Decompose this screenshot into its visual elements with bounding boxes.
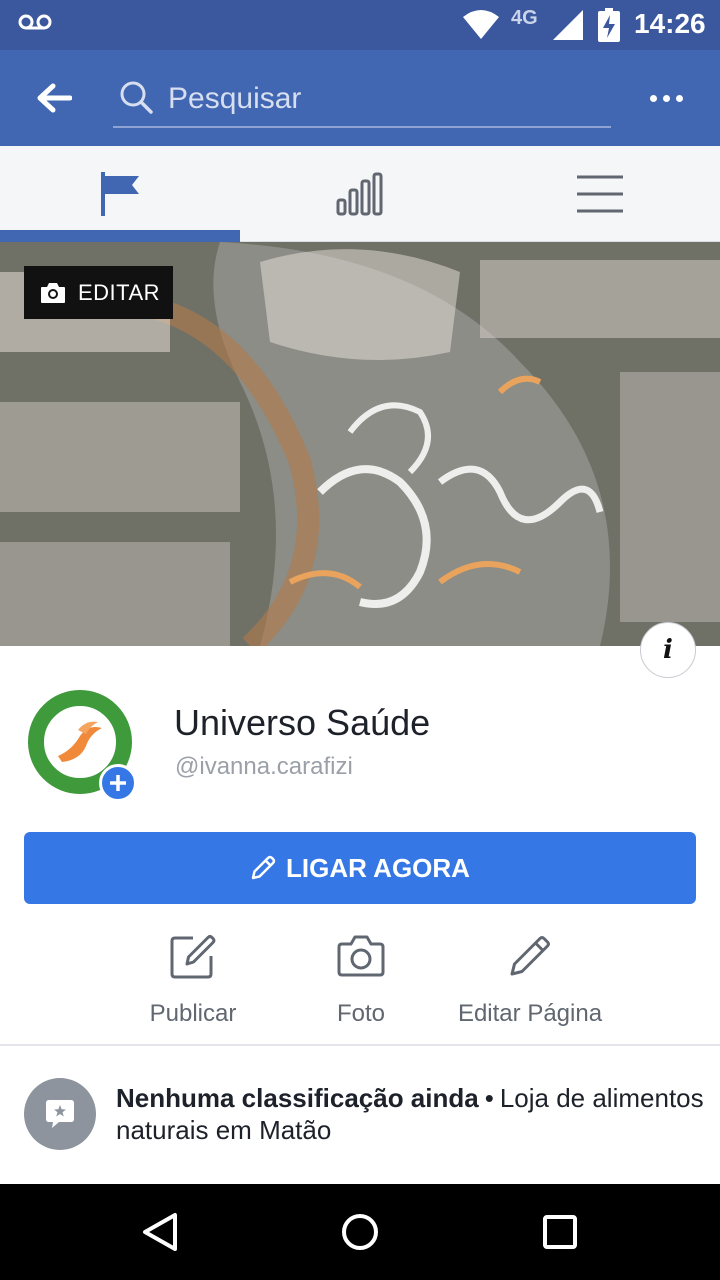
facebook-page-screen: 4G 14:26 Pesquisar EDITAR i Universo Saú…	[0, 0, 720, 1280]
battery-charging-icon	[598, 8, 620, 47]
rating-info-row[interactable]: Nenhuma classificação ainda • Loja de alim…	[0, 1046, 720, 1182]
page-username: @ivanna.carafizi	[175, 753, 353, 780]
tab-menu[interactable]	[480, 146, 720, 242]
cell-signal-icon	[550, 9, 584, 46]
system-back-button[interactable]	[132, 1204, 188, 1260]
search-icon	[119, 80, 153, 119]
tab-page[interactable]	[0, 146, 240, 242]
page-tabs	[0, 146, 720, 242]
more-options-button[interactable]	[642, 76, 690, 120]
call-now-button[interactable]: LIGAR AGORA	[24, 832, 696, 904]
no-rating-text: Nenhuma classificação ainda	[116, 1083, 479, 1113]
wifi-icon	[462, 8, 500, 45]
more-dot	[675, 94, 683, 102]
status-bar: 4G 14:26	[0, 0, 720, 50]
info-icon: i	[663, 635, 673, 665]
separator-dot: •	[484, 1083, 494, 1113]
flag-icon	[101, 172, 139, 216]
publish-action[interactable]: Publicar	[135, 928, 251, 1028]
edit-cover-button[interactable]: EDITAR	[24, 266, 173, 319]
search-placeholder: Pesquisar	[168, 82, 302, 115]
system-home-button[interactable]	[332, 1204, 388, 1260]
square-recents-icon	[543, 1215, 577, 1249]
network-type-label: 4G	[511, 7, 538, 29]
plus-icon	[110, 775, 126, 791]
edit-page-label: Editar Página	[457, 1000, 603, 1027]
camera-icon	[41, 282, 65, 303]
more-dot	[662, 94, 670, 102]
voicemail-icon	[18, 12, 52, 37]
back-button[interactable]	[30, 74, 78, 122]
call-now-label: LIGAR AGORA	[286, 852, 470, 883]
page-title: Universo Saúde	[174, 702, 431, 743]
edit-cover-label: EDITAR	[78, 279, 161, 305]
edit-page-action[interactable]: Editar Página	[450, 928, 610, 1028]
bar-chart-icon	[336, 172, 383, 216]
photo-action[interactable]: Foto	[311, 928, 411, 1028]
search-field[interactable]: Pesquisar	[113, 72, 611, 128]
camera-outline-icon	[337, 928, 385, 984]
app-bar: Pesquisar	[0, 50, 720, 146]
triangle-back-icon	[143, 1213, 177, 1251]
system-recents-button[interactable]	[532, 1204, 588, 1260]
info-button[interactable]: i	[640, 622, 696, 678]
arrow-left-icon	[37, 83, 72, 113]
tab-insights[interactable]	[240, 146, 480, 242]
add-profile-picture-button[interactable]	[99, 764, 137, 802]
publish-label: Publicar	[149, 1000, 237, 1027]
photo-label: Foto	[336, 1000, 386, 1027]
system-navigation-bar	[0, 1184, 720, 1280]
clock-time: 14:26	[634, 8, 706, 39]
page-actions: Publicar Foto Editar Página	[0, 928, 720, 1038]
circle-home-icon	[342, 1214, 378, 1250]
rating-summary: Nenhuma classificação ainda • Loja de alim…	[116, 1082, 706, 1146]
pencil-icon	[251, 855, 276, 880]
active-tab-indicator	[0, 230, 240, 242]
more-dots-icon	[649, 94, 657, 102]
menu-icon	[577, 175, 623, 213]
review-bubble-icon	[24, 1078, 96, 1150]
edit-pencil-icon	[508, 928, 552, 984]
compose-icon	[169, 928, 217, 984]
